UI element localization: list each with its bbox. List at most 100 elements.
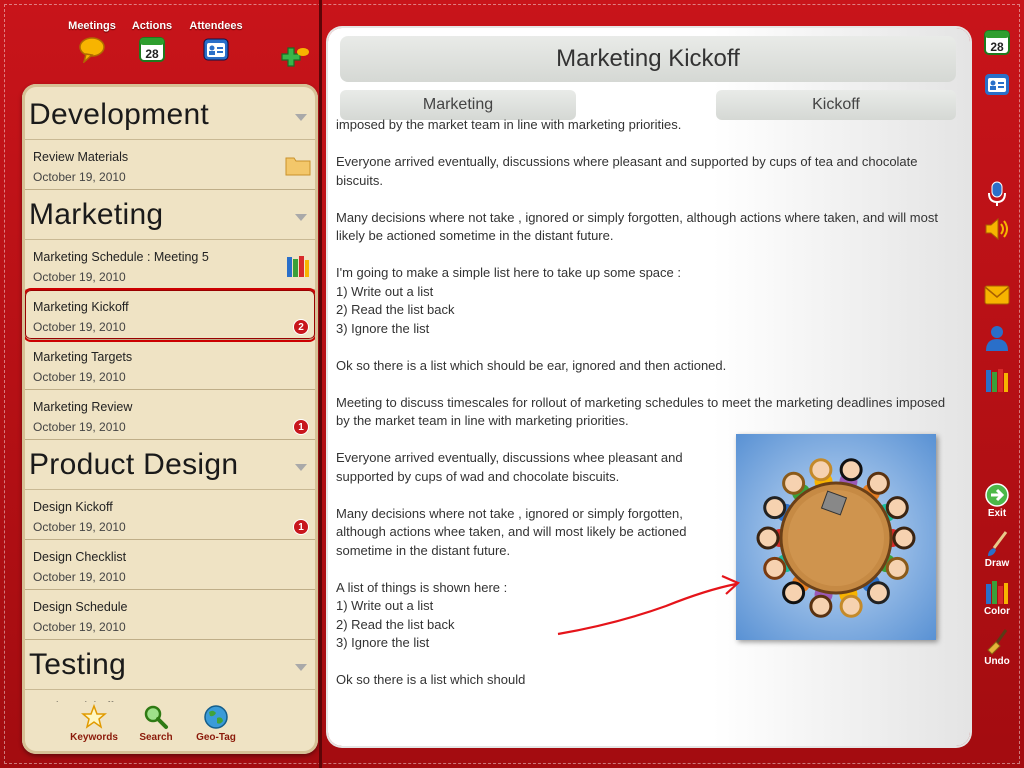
meeting-date: October 19, 2010	[33, 620, 126, 634]
meeting-item[interactable]: Design Checklist October 19, 2010	[25, 540, 315, 590]
meeting-name: Marketing Targets	[33, 350, 133, 364]
notes-paragraph: Ok so there is a list which should be ea…	[336, 357, 727, 373]
meeting-item[interactable]: Marketing Kickoff October 19, 2010 2	[25, 288, 315, 342]
chevron-down-icon[interactable]	[295, 464, 307, 471]
attendees-label: Attendees	[189, 20, 243, 32]
person-head	[866, 581, 890, 605]
meetings-label: Meetings	[68, 20, 116, 32]
search-icon	[144, 705, 168, 729]
actions-tab[interactable]: Actions 28	[122, 20, 182, 63]
folder-icon	[285, 154, 311, 181]
calendar-button[interactable]: 28	[977, 28, 1017, 56]
drawn-arrow-annotation	[557, 574, 740, 636]
microphone-icon	[988, 181, 1006, 206]
person-head	[763, 496, 787, 520]
meeting-list-panel: Development Review Materials October 19, 2…	[22, 84, 318, 754]
meeting-date: October 19, 2010	[33, 320, 126, 334]
color-button[interactable]: Color	[977, 578, 1017, 617]
meeting-date: October 19, 2010	[33, 270, 126, 284]
group-title: Development	[29, 98, 210, 131]
meeting-item[interactable]: Review Materials October 19, 2010	[25, 140, 315, 190]
meeting-photo[interactable]	[736, 434, 936, 640]
meeting-item[interactable]: Design Kickoff October 19, 2010 1	[25, 490, 315, 540]
meeting-item[interactable]: Marketing Schedule : Meeting 5 October 19…	[25, 240, 315, 290]
meeting-name: Testing Kickoff	[33, 700, 315, 702]
group-title: Marketing	[29, 198, 164, 231]
person-head	[782, 471, 806, 495]
search-button[interactable]: Search	[128, 704, 184, 743]
library-button[interactable]	[977, 366, 1017, 394]
person-head	[892, 526, 916, 550]
meeting-date: October 19, 2010	[33, 170, 126, 184]
meeting-name: Design Schedule	[33, 600, 128, 614]
person-head	[839, 594, 863, 618]
add-meeting-icon[interactable]	[274, 44, 310, 74]
meeting-name: Marketing Kickoff	[33, 300, 129, 314]
calendar-day: 28	[145, 47, 159, 61]
speaker-icon	[985, 217, 1008, 241]
draw-button[interactable]: Draw	[977, 530, 1017, 569]
group-title: Product Design	[29, 448, 239, 481]
keywords-button[interactable]: Keywords	[66, 704, 122, 743]
speech-bubble-icon	[79, 37, 105, 63]
notification-badge: 2	[293, 319, 309, 335]
exit-label: Exit	[987, 508, 1007, 519]
notes-paragraph: Everyone arrived eventually, discussions…	[336, 154, 918, 188]
meeting-name: Design Checklist	[33, 550, 127, 564]
meeting-date: October 19, 2010	[33, 370, 126, 384]
notes-paragraph: Meeting to discuss timescales for rollou…	[336, 394, 946, 429]
notification-badge: 1	[293, 519, 309, 535]
notes-paragraph: Many decisions where not take , ignored …	[336, 209, 938, 244]
meeting-title[interactable]: Marketing Kickoff	[340, 36, 956, 82]
person-head	[885, 556, 909, 580]
group-header[interactable]: Testing	[25, 640, 315, 690]
meeting-name: Design Kickoff	[33, 500, 113, 514]
meetings-tab[interactable]: Meetings	[62, 20, 122, 63]
notification-badge: 1	[293, 419, 309, 435]
calendar-icon: 28	[139, 37, 165, 62]
notes-paragraph: Many decisions where not take , ignored …	[336, 505, 687, 558]
chevron-down-icon[interactable]	[295, 664, 307, 671]
notes-paragraph: I'm going to make a simple list here to …	[336, 265, 681, 336]
meeting-item[interactable]: Marketing Review October 19, 2010 1	[25, 390, 315, 440]
meeting-item[interactable]: Design Schedule October 19, 2010	[25, 590, 315, 640]
meeting-date: October 19, 2010	[33, 420, 126, 434]
books-icon	[986, 369, 1008, 392]
brush-icon	[988, 531, 1008, 556]
person-head	[839, 458, 863, 482]
calendar-icon: 28	[984, 30, 1010, 55]
color-label: Color	[983, 606, 1011, 617]
play-audio-button[interactable]	[977, 216, 1017, 242]
undo-button[interactable]: Undo	[977, 628, 1017, 667]
group-header[interactable]: Marketing	[25, 190, 315, 240]
books-icon	[285, 254, 311, 283]
meeting-name: Marketing Schedule : Meeting 5	[33, 250, 209, 264]
group-header[interactable]: Product Design	[25, 440, 315, 490]
actions-label: Actions	[131, 20, 173, 32]
attendees-button[interactable]	[977, 70, 1017, 98]
record-button[interactable]	[977, 180, 1017, 208]
geotag-label: Geo-Tag	[196, 732, 236, 743]
group-header[interactable]: Development	[25, 90, 315, 140]
bottom-toolbar: Keywords Search Geo-Tag	[22, 704, 318, 754]
star-icon	[81, 704, 107, 729]
email-button[interactable]	[977, 284, 1017, 306]
contact-card-icon	[985, 74, 1009, 95]
person-head	[763, 556, 787, 580]
notes-paragraph: Everyone arrived eventually, discussions…	[336, 450, 683, 484]
chevron-down-icon[interactable]	[295, 114, 307, 121]
meeting-item[interactable]: Testing Kickoff	[25, 690, 315, 702]
chevron-down-icon[interactable]	[295, 214, 307, 221]
meeting-item[interactable]: Marketing Targets October 19, 2010	[25, 340, 315, 390]
contact-button[interactable]	[977, 324, 1017, 352]
meeting-date: October 19, 2010	[33, 520, 126, 534]
person-head	[782, 581, 806, 605]
notes-paragraph: imposed by the market team in line with …	[336, 117, 682, 132]
geotag-button[interactable]: Geo-Tag	[188, 704, 244, 743]
meeting-name: Review Materials	[33, 150, 129, 164]
exit-button[interactable]: Exit	[977, 482, 1017, 519]
attendees-tab[interactable]: Attendees	[186, 20, 246, 63]
meeting-name: Marketing Review	[33, 400, 133, 414]
crayons-icon	[986, 581, 1008, 604]
pane-divider	[319, 0, 322, 768]
